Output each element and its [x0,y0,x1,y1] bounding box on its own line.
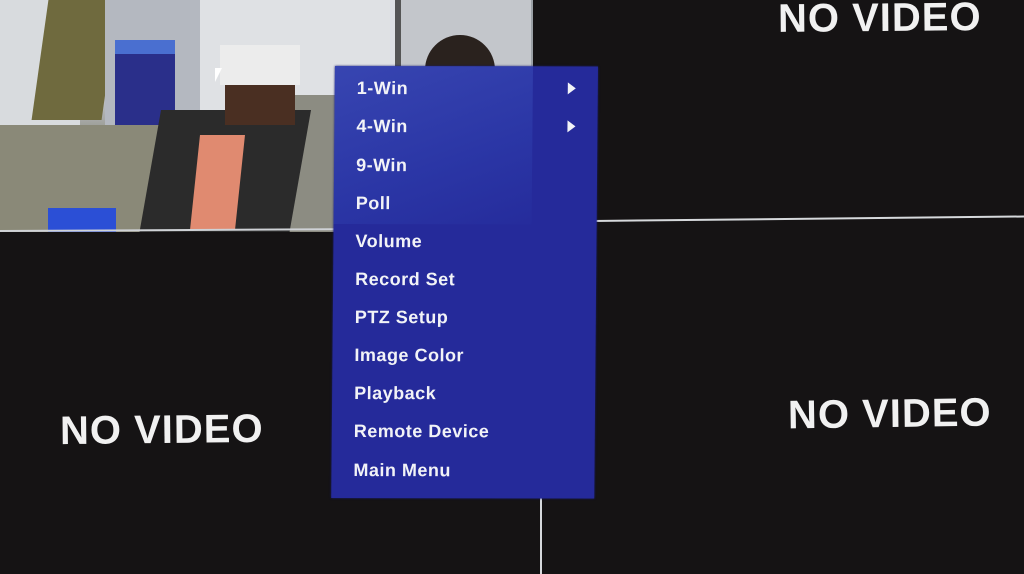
chevron-right-icon [567,82,576,95]
feed-blue-box [48,208,116,232]
menu-item-image-color[interactable]: Image Color [354,340,581,370]
menu-item-main-menu[interactable]: Main Menu [353,455,580,485]
menu-item-poll[interactable]: Poll [356,188,583,218]
menu-item-label: Playback [354,382,437,403]
menu-item-9-win[interactable]: 9-Win [356,150,583,180]
menu-item-4-win[interactable]: 4-Win [356,111,583,141]
grid-divider [540,497,542,574]
menu-item-label: Volume [355,230,423,251]
menu-item-volume[interactable]: Volume [355,226,582,256]
dvr-screen: NO VIDEO NO VIDEO NO VIDEO 1-Win 4-Win 9… [0,0,1024,574]
menu-item-1-win[interactable]: 1-Win [357,73,584,103]
menu-item-record-set[interactable]: Record Set [355,264,582,294]
menu-item-label: 9-Win [356,154,408,175]
menu-item-label: Image Color [354,344,465,365]
menu-item-ptz-setup[interactable]: PTZ Setup [355,302,582,332]
mouse-cursor-icon [215,68,222,82]
menu-item-playback[interactable]: Playback [354,378,581,408]
menu-item-remote-device[interactable]: Remote Device [354,416,581,446]
no-video-label: NO VIDEO [777,0,982,41]
menu-item-label: Remote Device [353,420,490,441]
menu-item-label: 4-Win [356,115,408,136]
no-video-label: NO VIDEO [59,406,264,454]
menu-item-label: Poll [355,192,391,213]
menu-item-label: 1-Win [356,77,409,98]
chevron-right-icon [567,120,576,133]
menu-item-label: Main Menu [353,459,452,480]
grid-divider [531,0,533,66]
context-menu: 1-Win 4-Win 9-Win Poll Volume Record Set… [331,66,598,499]
no-video-label: NO VIDEO [787,390,992,438]
menu-item-label: PTZ Setup [354,306,449,327]
menu-item-label: Record Set [355,268,456,289]
feed-box-2 [225,85,295,125]
feed-box [220,45,300,85]
